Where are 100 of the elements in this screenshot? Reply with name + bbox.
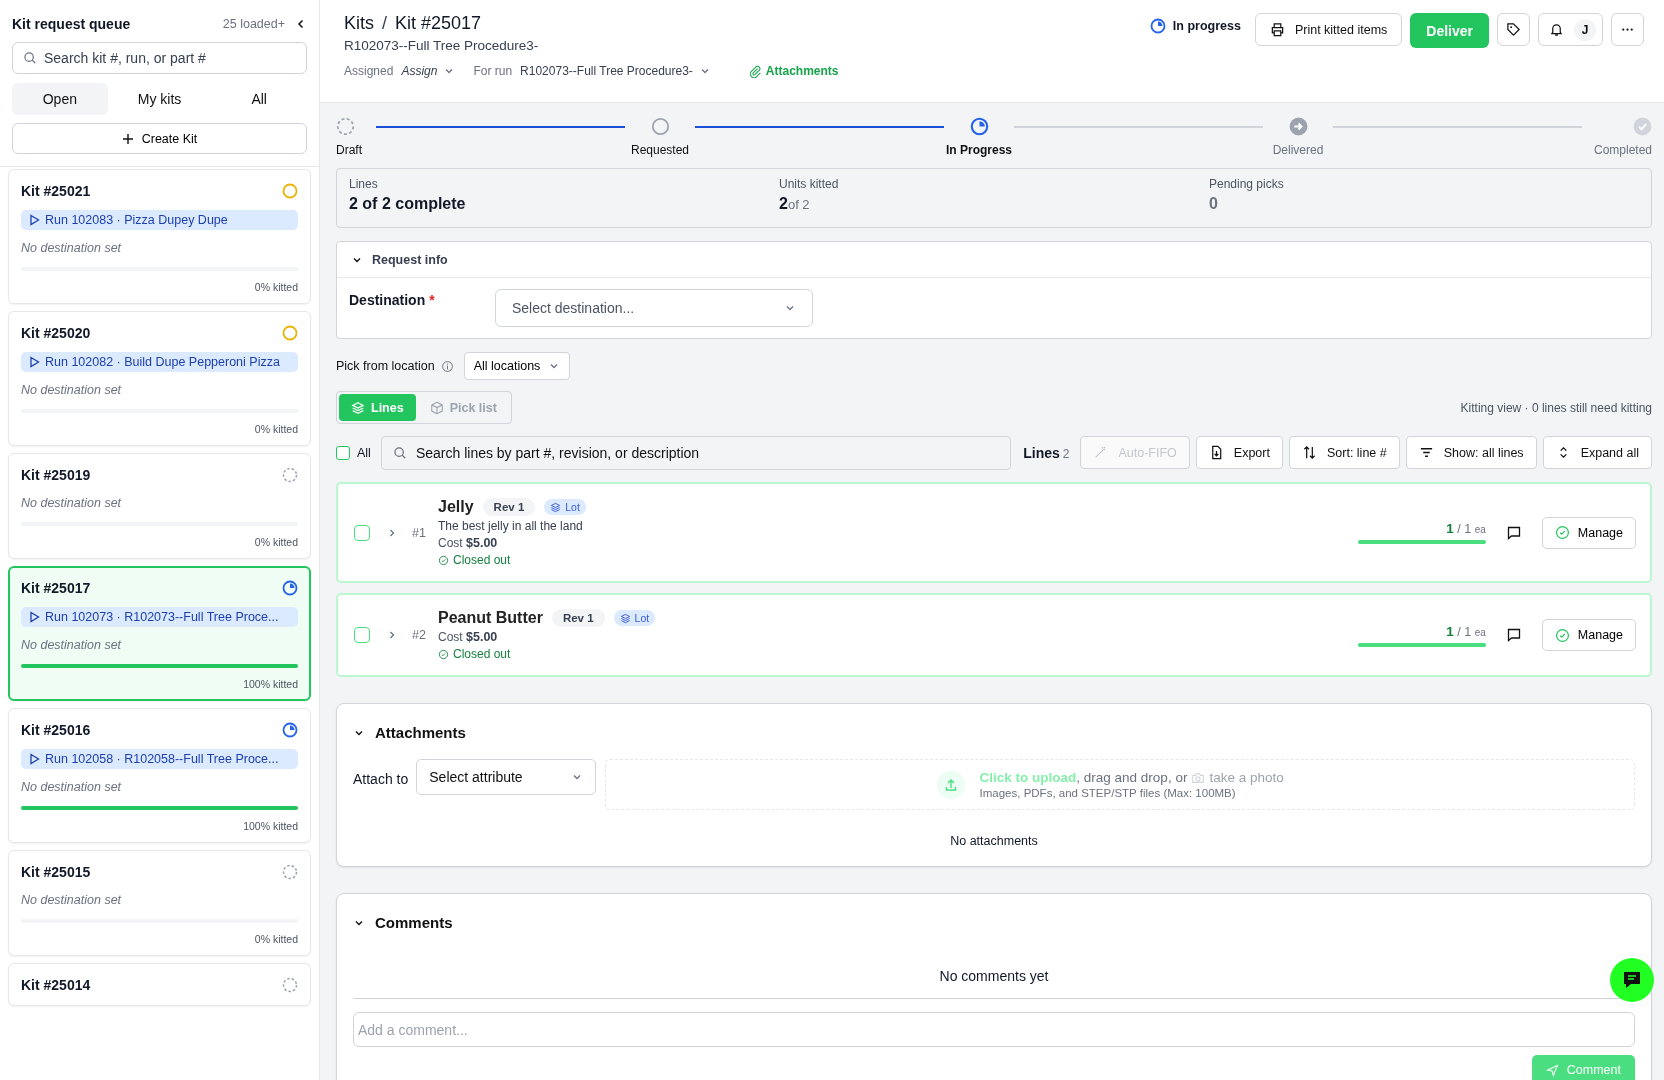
play-icon bbox=[28, 611, 40, 623]
stat-value: 0 bbox=[1209, 195, 1219, 213]
tag-button[interactable] bbox=[1497, 13, 1530, 46]
toolbar-button[interactable]: Export bbox=[1195, 436, 1283, 469]
printer-icon bbox=[1269, 22, 1285, 37]
step-label: Requested bbox=[630, 143, 689, 157]
toolbar-button[interactable]: Expand all bbox=[1542, 436, 1652, 469]
select-all-checkbox[interactable] bbox=[336, 445, 350, 460]
kit-card[interactable]: Kit #25021 Run 102083 · Pizza Dupey Dupe No destination set 0% kitted bbox=[8, 169, 311, 304]
kit-card[interactable]: Kit #25019 No destination set 0% kitted bbox=[8, 453, 311, 559]
stat-label: Lines bbox=[349, 177, 379, 191]
run-dropdown[interactable]: R102073--Full Tree Procedure3- bbox=[520, 64, 711, 78]
destination-text: No destination set bbox=[21, 383, 123, 397]
kitted-percent: 0% kitted bbox=[253, 536, 298, 548]
upload-text: , drag and drop, or bbox=[1076, 770, 1188, 785]
assign-dropdown[interactable]: Assign bbox=[401, 64, 456, 78]
check-circle-icon bbox=[1554, 525, 1570, 540]
line-checkbox[interactable] bbox=[354, 524, 370, 541]
breadcrumb-item[interactable]: Kits bbox=[344, 13, 374, 34]
revision-badge: Rev 1 bbox=[551, 609, 605, 627]
empty-attachments-text: No attachments bbox=[949, 833, 1039, 850]
breadcrumb-item: Kit #25017 bbox=[395, 13, 482, 34]
run-tag[interactable]: Run 102058 · R102058--Full Tree Proce... bbox=[21, 749, 298, 769]
line-status: Closed out bbox=[453, 647, 511, 661]
line-checkbox[interactable] bbox=[354, 627, 370, 643]
destination-select[interactable]: Select destination... bbox=[495, 289, 813, 327]
kit-card[interactable]: Kit #25020 Run 102082 · Build Dupe Pepperoni Pizza No destination set 0% kitted bbox=[8, 311, 311, 446]
kit-card[interactable]: Kit #25017 Run 102073 · R102073--Full Tree Proce... No destination set 100% kitted bbox=[8, 566, 311, 701]
filter-icon bbox=[1418, 445, 1434, 460]
stat-value: 2 of 2 complete bbox=[349, 195, 467, 213]
search-field[interactable]: Search kit #, run, or part # bbox=[12, 42, 307, 74]
attribute-select[interactable]: Select attribute bbox=[416, 759, 597, 795]
send-icon bbox=[1545, 1063, 1559, 1077]
run-tag[interactable]: Run 102083 · Pizza Dupey Dupe bbox=[21, 210, 298, 230]
camera-icon bbox=[1191, 770, 1206, 785]
section-toggle[interactable]: Comments bbox=[353, 894, 453, 931]
kit-card[interactable]: Kit #25016 Run 102058 · R102058--Full Tree Proce... No destination set 100% kitted bbox=[8, 708, 311, 843]
run-label: Run 102073 · R102073--Full Tree Proce... bbox=[45, 610, 279, 624]
queue-title: Kit request queue bbox=[12, 16, 131, 32]
status-label: In progress bbox=[1172, 19, 1241, 33]
manage-button[interactable]: Manage bbox=[1541, 619, 1636, 651]
pick-location-label: Pick from location bbox=[336, 359, 435, 373]
bell-icon[interactable] bbox=[1549, 22, 1564, 37]
comment-icon[interactable] bbox=[1505, 524, 1522, 541]
run-label: Run 102082 · Build Dupe Pepperoni Pizza bbox=[45, 355, 280, 369]
line-search-field[interactable]: Search lines by part #, revision, or description bbox=[380, 435, 1012, 470]
step-label: Delivered bbox=[1272, 143, 1324, 157]
kit-card[interactable]: Kit #25015 No destination set 0% kitted bbox=[8, 850, 311, 956]
section-toggle[interactable]: Request info bbox=[337, 242, 1651, 278]
play-icon bbox=[28, 356, 40, 368]
kit-title: Kit #25019 bbox=[21, 467, 91, 483]
location-select[interactable]: All locations bbox=[463, 352, 571, 380]
step-icon bbox=[1633, 117, 1652, 136]
user-avatar[interactable]: J bbox=[1574, 18, 1596, 41]
box-icon bbox=[429, 400, 444, 415]
lot-badge: Lot bbox=[613, 610, 656, 626]
line-status: Closed out bbox=[453, 553, 511, 567]
run-tag[interactable]: Run 102082 · Build Dupe Pepperoni Pizza bbox=[21, 352, 298, 372]
status-icon bbox=[282, 325, 298, 341]
stat-label: Units kitted bbox=[779, 177, 840, 191]
run-label: For run bbox=[473, 64, 513, 78]
destination-text: No destination set bbox=[21, 638, 123, 652]
attach-to-label: Attach to bbox=[353, 771, 409, 787]
destination-text: No destination set bbox=[21, 241, 123, 255]
filter-tab[interactable]: Open bbox=[12, 83, 108, 115]
plus-icon bbox=[121, 132, 134, 145]
kit-title: Kit #25016 bbox=[21, 722, 91, 738]
line-number: #2 bbox=[412, 628, 427, 642]
upload-icon bbox=[936, 770, 965, 799]
section-toggle[interactable]: Attachments bbox=[353, 704, 466, 741]
kit-subtitle: R102073--Full Tree Procedure3- bbox=[344, 38, 540, 53]
print-button[interactable]: Print kitted items bbox=[1254, 13, 1403, 46]
part-name: Jelly bbox=[438, 498, 474, 516]
kitted-quantity: 1 / 1 ea bbox=[1446, 623, 1486, 639]
destination-label: Destination bbox=[349, 292, 426, 308]
toolbar-button[interactable]: Sort: line # bbox=[1288, 436, 1400, 469]
cost-text: Cost $5.00 bbox=[438, 630, 499, 644]
run-label: Run 102058 · R102058--Full Tree Proce... bbox=[45, 752, 279, 766]
select-all-label: All bbox=[357, 445, 371, 460]
info-icon bbox=[440, 359, 454, 373]
filter-tab[interactable]: My kits bbox=[111, 83, 208, 115]
kit-card[interactable]: Kit #25014 bbox=[8, 963, 311, 1006]
create-kit-button[interactable]: Create Kit bbox=[12, 123, 307, 154]
step-label: Draft bbox=[336, 143, 362, 157]
kitted-percent: 0% kitted bbox=[253, 933, 298, 945]
kitting-note: Kitting view · 0 lines still need kitting bbox=[1460, 400, 1652, 415]
comment-field[interactable]: Add a comment... bbox=[353, 1012, 1635, 1047]
step-icon bbox=[969, 117, 989, 136]
run-tag[interactable]: Run 102073 · R102073--Full Tree Proce... bbox=[21, 607, 298, 627]
paperclip-icon bbox=[748, 64, 762, 78]
manage-button[interactable]: Manage bbox=[1541, 516, 1636, 549]
tag-icon bbox=[1506, 22, 1521, 37]
toolbar-button[interactable]: Show: all lines bbox=[1405, 436, 1537, 469]
stat-label: Pending picks bbox=[1209, 177, 1285, 191]
status-icon bbox=[282, 977, 298, 993]
filter-tab[interactable]: All bbox=[211, 83, 307, 115]
step-label: In Progress bbox=[946, 143, 1012, 157]
kitted-percent: 100% kitted bbox=[242, 678, 298, 690]
comment-icon[interactable] bbox=[1505, 627, 1522, 643]
status-icon bbox=[282, 183, 298, 199]
